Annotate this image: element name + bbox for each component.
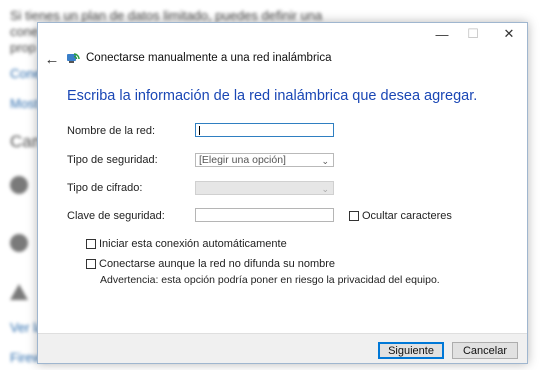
background-warning-icon: [10, 284, 28, 300]
back-arrow-icon[interactable]: ←: [42, 49, 62, 69]
dialog-title: Conectarse manualmente a una red inalámb…: [86, 52, 332, 64]
privacy-warning: Advertencia: esta opción podría poner en…: [100, 274, 440, 286]
network-name-input[interactable]: [195, 123, 334, 137]
security-type-value: [Elegir una opción]: [199, 154, 286, 166]
encryption-type-label: Tipo de cifrado:: [67, 182, 143, 194]
connect-manually-dialog: — ☐ ✕ ← Conectarse manualmente a una red…: [37, 22, 528, 364]
background-globe-icon: [10, 176, 28, 194]
background-text: cone: [10, 24, 39, 39]
text-caret: [199, 126, 200, 135]
cancel-button[interactable]: Cancelar: [452, 342, 518, 359]
security-key-label: Clave de seguridad:: [67, 210, 165, 222]
auto-connect-label: Iniciar esta conexión automáticamente: [99, 238, 287, 250]
maximize-button[interactable]: ☐: [458, 23, 488, 45]
background-text: Si tienes un plan de datos limitado, pue…: [10, 8, 323, 23]
background-link: Most: [10, 96, 39, 111]
network-name-label: Nombre de la red:: [67, 125, 156, 137]
background-shield-icon: [10, 234, 28, 252]
hide-characters-label: Ocultar caracteres: [362, 210, 452, 222]
wireless-network-icon: [67, 53, 80, 63]
minimize-button[interactable]: —: [427, 23, 457, 45]
next-button[interactable]: Siguiente: [378, 342, 444, 359]
connect-hidden-checkbox[interactable]: [86, 259, 96, 269]
connect-hidden-label: Conectarse aunque la red no difunda su n…: [99, 258, 336, 270]
dialog-header: ← Conectarse manualmente a una red inalá…: [38, 49, 527, 71]
encryption-type-select[interactable]: ⌄: [195, 181, 334, 195]
auto-connect-checkbox[interactable]: [86, 239, 96, 249]
background-text: prop: [10, 40, 37, 55]
close-button[interactable]: ✕: [494, 23, 524, 45]
security-key-input[interactable]: [195, 208, 334, 222]
hide-characters-checkbox[interactable]: [349, 211, 359, 221]
page-heading: Escriba la información de la red inalámb…: [67, 88, 478, 104]
dialog-footer: Siguiente Cancelar: [38, 333, 527, 363]
chevron-down-icon: ⌄: [321, 156, 329, 166]
security-type-label: Tipo de seguridad:: [67, 154, 158, 166]
security-type-select[interactable]: [Elegir una opción] ⌄: [195, 153, 334, 167]
chevron-down-icon: ⌄: [321, 184, 329, 194]
